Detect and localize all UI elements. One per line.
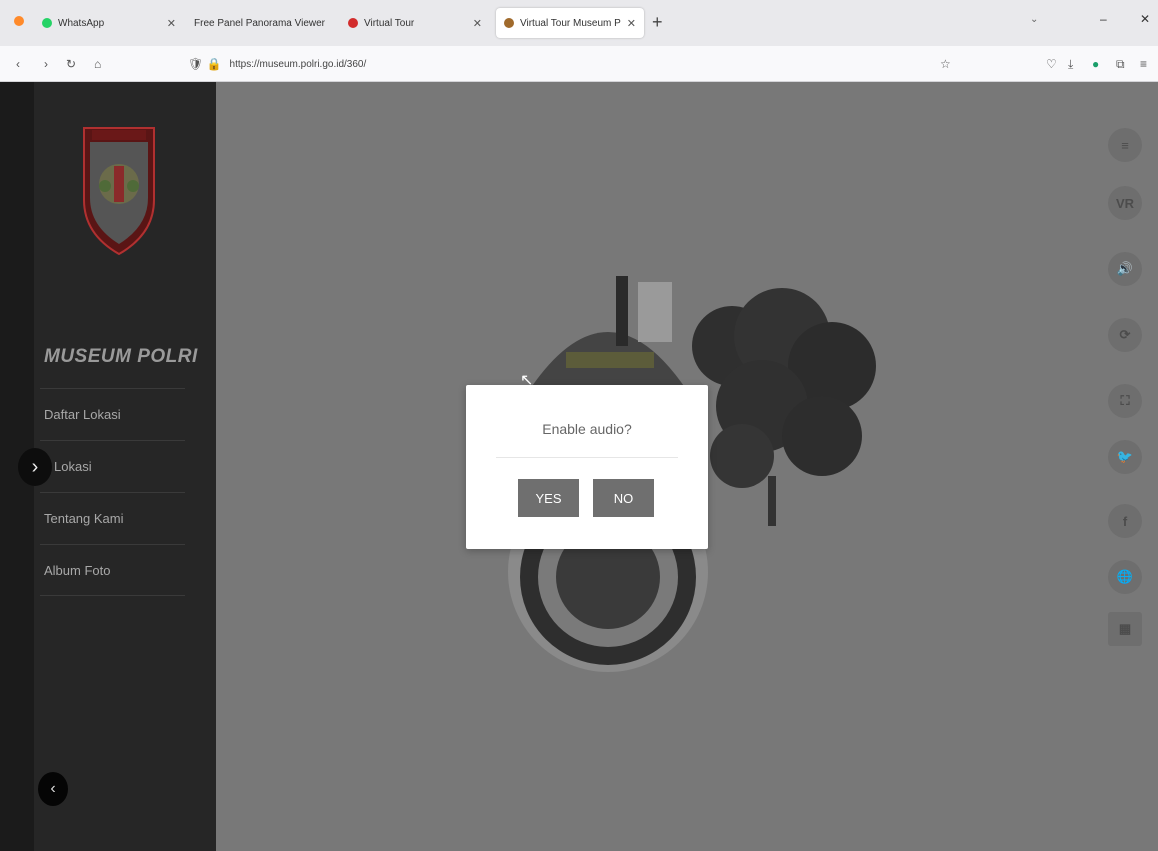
puzzle-icon[interactable]: ⧉ [1116,55,1125,73]
tab-label: Virtual Tour [364,17,415,29]
extension-icon[interactable]: ● [1092,55,1099,73]
facebook-icon[interactable]: f [1108,504,1142,538]
globe-icon[interactable]: 🌐 [1108,560,1142,594]
sidebar: MUSEUM POLRI Daftar Lokasi Lokasi Tentan… [34,82,216,851]
sidebar-item-album-foto[interactable]: Album Foto [40,544,185,596]
tab-label: Virtual Tour Museum Polri [520,17,621,29]
site-title: MUSEUM POLRI [44,346,198,367]
bookmark-star-icon[interactable]: ☆ [940,55,951,73]
sidebar-item-daftar-lokasi[interactable]: Daftar Lokasi [40,388,185,440]
no-button[interactable]: NO [593,479,654,517]
close-tab-icon[interactable]: ✕ [167,17,176,30]
back-icon[interactable]: ‹ [16,55,20,73]
home-icon[interactable]: ⌂ [94,55,101,73]
close-tab-icon[interactable]: ✕ [473,17,482,30]
yes-button[interactable]: YES [518,479,579,517]
site-info-icon[interactable]: 🛡 🔒 [188,57,222,71]
audio-icon[interactable]: 🔊 [1108,252,1142,286]
browser-tab-whatsapp[interactable]: WhatsApp ✕ [34,8,184,38]
browser-toolbar: ‹ › ↻ ⌂ 🛡 🔒 https://museum.polri.go.id/3… [0,46,1158,82]
whatsapp-icon [42,18,52,28]
menu-label: Tentang Kami [44,511,124,526]
browser-tab-virtual-tour[interactable]: Virtual Tour ✕ [340,8,490,38]
fullscreen-icon[interactable]: ⛶ [1108,384,1142,418]
address-bar[interactable]: 🛡 🔒 https://museum.polri.go.id/360/ [188,52,968,76]
window-minimize-icon[interactable]: ‒ [1100,12,1107,26]
window-close-icon[interactable]: ✕ [1140,12,1150,26]
browser-tab-museum-polri[interactable]: Virtual Tour Museum Polri ✕ [496,8,644,38]
pocket-icon[interactable]: ♡ [1046,55,1057,73]
dialog-divider [496,457,678,458]
tab-list-icon[interactable]: ⌄ [1030,14,1038,25]
dialog-question: Enable audio? [542,421,632,437]
hamburger-menu-icon[interactable]: ≡ [1140,55,1147,73]
menu-label: Album Foto [44,562,111,578]
heart-favicon-icon [348,18,358,28]
tab-label: WhatsApp [58,17,105,29]
browser-tab-panorama[interactable]: Free Panel Panorama Viewer 360 2 [186,8,336,38]
sidebar-menu: Daftar Lokasi Lokasi Tentang Kami Album … [40,388,185,596]
download-icon[interactable]: ⤓ [1068,55,1073,73]
menu-icon[interactable]: ≡ [1108,128,1142,162]
browser-tab-bar: WhatsApp ✕ Free Panel Panorama Viewer 36… [0,0,1158,46]
floorplan-icon[interactable]: ▦ [1108,612,1142,646]
reload-icon[interactable]: ↻ [66,55,76,73]
museum-favicon-icon [504,18,514,28]
sidebar-item-tentang-kami[interactable]: Tentang Kami [40,492,185,544]
new-tab-button[interactable]: + [652,12,663,33]
chevron-right-icon[interactable]: › [18,448,52,486]
autorotate-icon[interactable]: ⟳ [1108,318,1142,352]
menu-label: Daftar Lokasi [44,407,121,422]
chevron-left-icon[interactable]: ‹ [38,772,68,806]
museum-polri-logo [83,127,155,256]
twitter-icon[interactable]: 🐦 [1108,440,1142,474]
address-bar-url: https://museum.polri.go.id/360/ [229,58,367,70]
vr-icon[interactable]: VR [1108,186,1142,220]
enable-audio-dialog: Enable audio? YES NO [466,385,708,549]
tab-label: Free Panel Panorama Viewer 360 2 [194,17,328,29]
firefox-menu-icon[interactable] [14,16,24,26]
sidebar-item-lokasi[interactable]: Lokasi [40,440,185,492]
close-tab-icon[interactable]: ✕ [627,17,636,30]
forward-icon[interactable]: › [44,55,48,73]
